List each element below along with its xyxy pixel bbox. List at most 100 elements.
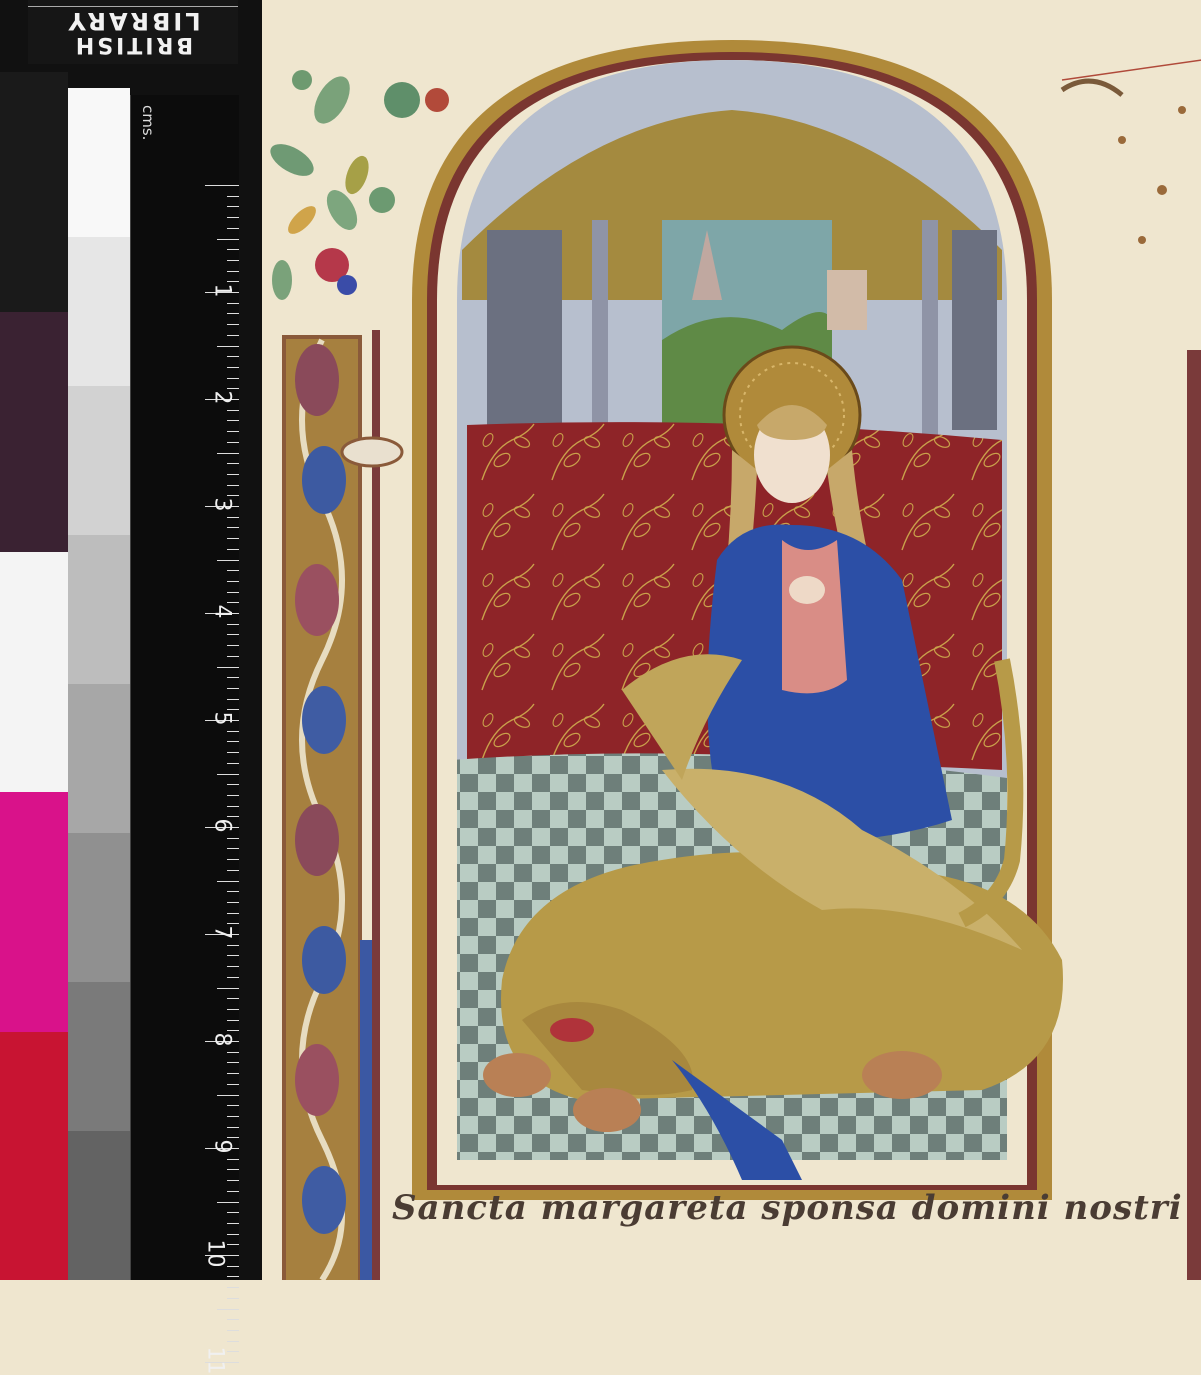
ruler-tick: [227, 206, 239, 208]
ruler-tick: [227, 1105, 239, 1107]
ruler-tick: [227, 1137, 239, 1139]
ruler-tick: [227, 1351, 239, 1353]
ruler-tick: [227, 538, 239, 540]
ruler-tick: [217, 452, 239, 454]
acanthus-border-band: [282, 330, 404, 1280]
ruler-tick: [227, 441, 239, 443]
ruler-tick: [227, 334, 239, 336]
ruler-tick: [227, 270, 239, 272]
illumination-scene: [270, 40, 1201, 1280]
ruler-tick: [227, 1329, 239, 1331]
ruler-tick: [227, 1287, 239, 1289]
centimetre-ruler: cms. 1 2 3 4 5 6 7 8 9 10 11: [130, 95, 239, 1375]
ruler-tick: [227, 249, 239, 251]
ruler-tick: [217, 238, 239, 240]
ruler-tick: [227, 1233, 239, 1235]
ruler-tick: [217, 880, 239, 882]
color-swatch: [0, 72, 68, 312]
ruler-tick: [227, 259, 239, 261]
ruler-tick: [227, 495, 239, 497]
ruler-tick: [227, 998, 239, 1000]
logo-line-british: BRITISH: [72, 32, 194, 57]
ruler-tick: [227, 805, 239, 807]
ruler-tick: [227, 324, 239, 326]
ruler-tick: [227, 1212, 239, 1214]
gray-swatch: [68, 237, 130, 386]
gray-swatch: [68, 982, 130, 1131]
ruler-tick: [227, 527, 239, 529]
floral-border-top-right: [1060, 59, 1201, 1280]
ruler-tick: [227, 377, 239, 379]
ruler-tick: [227, 1244, 239, 1246]
ruler-tick: [227, 741, 239, 743]
ruler-tick: [227, 1265, 239, 1267]
ruler-tick: [227, 1115, 239, 1117]
ruler-tick: [227, 420, 239, 422]
ruler-tick: [227, 463, 239, 465]
color-calibration-chart: BRITISH LIBRARY cms. 1 2 3 4 5 6 7 8 9 10 11: [0, 0, 262, 1375]
ruler-tick: [227, 1222, 239, 1224]
color-swatch: [0, 552, 68, 792]
ruler-tick: [227, 966, 239, 968]
ruler-tick: [227, 1276, 239, 1278]
ruler-tick: [227, 356, 239, 358]
ruler-tick: [227, 698, 239, 700]
ruler-tick: [227, 1073, 239, 1075]
ruler-tick: [227, 313, 239, 315]
gray-swatch: [68, 684, 130, 833]
ruler-number: 2: [209, 390, 235, 405]
ruler-tick: [205, 185, 239, 186]
ruler-tick: [227, 634, 239, 636]
ruler-tick: [227, 1051, 239, 1053]
ruler-tick: [227, 944, 239, 946]
ruler-tick: [227, 1126, 239, 1128]
ruler-tick: [227, 1008, 239, 1010]
ruler-tick: [217, 666, 239, 668]
ruler-tick: [227, 869, 239, 871]
color-swatch: [0, 1032, 68, 1280]
ruler-tick: [227, 281, 239, 283]
ruler-tick: [227, 1169, 239, 1171]
ruler-tick: [227, 859, 239, 861]
ruler-unit-label: cms.: [139, 105, 157, 141]
color-swatch: [0, 792, 68, 1032]
ruler-tick: [227, 645, 239, 647]
ruler-tick: [227, 891, 239, 893]
ruler-tick: [227, 1297, 239, 1299]
ruler-tick: [227, 623, 239, 625]
ruler-tick: [227, 752, 239, 754]
ruler-tick: [227, 227, 239, 229]
gray-swatch: [68, 833, 130, 982]
ruler-tick: [227, 548, 239, 550]
british-library-logo: BRITISH LIBRARY: [28, 0, 238, 64]
ruler-tick: [217, 559, 239, 561]
ruler-number: 7: [209, 925, 235, 940]
ruler-tick: [227, 431, 239, 433]
ruler-tick: [227, 677, 239, 679]
ruler-tick: [227, 195, 239, 197]
ruler-tick: [217, 345, 239, 347]
ruler-tick: [227, 816, 239, 818]
manuscript-caption: Sancta margareta sponsa domini nostri: [392, 1188, 1183, 1228]
ruler-tick: [227, 655, 239, 657]
ruler-number: 1: [209, 283, 235, 298]
ruler-number: 11: [202, 1346, 228, 1375]
ruler-tick: [227, 1083, 239, 1085]
ruler-number: 6: [209, 818, 235, 833]
ruler-tick: [227, 1062, 239, 1064]
ruler-tick: [227, 1030, 239, 1032]
ruler-tick: [227, 1158, 239, 1160]
ruler-number: 5: [209, 711, 235, 726]
ruler-tick: [227, 1190, 239, 1192]
ruler-tick: [227, 591, 239, 593]
ruler-tick: [227, 409, 239, 411]
ruler-number: 10: [202, 1239, 228, 1268]
ruler-tick: [227, 1019, 239, 1021]
ruler-tick: [217, 1308, 239, 1310]
ruler-number: 9: [209, 1139, 235, 1154]
ruler-tick: [227, 602, 239, 604]
logo-line-library: LIBRARY: [65, 7, 201, 35]
ruler-tick: [227, 794, 239, 796]
ruler-tick: [227, 1340, 239, 1342]
ruler-tick: [227, 730, 239, 732]
